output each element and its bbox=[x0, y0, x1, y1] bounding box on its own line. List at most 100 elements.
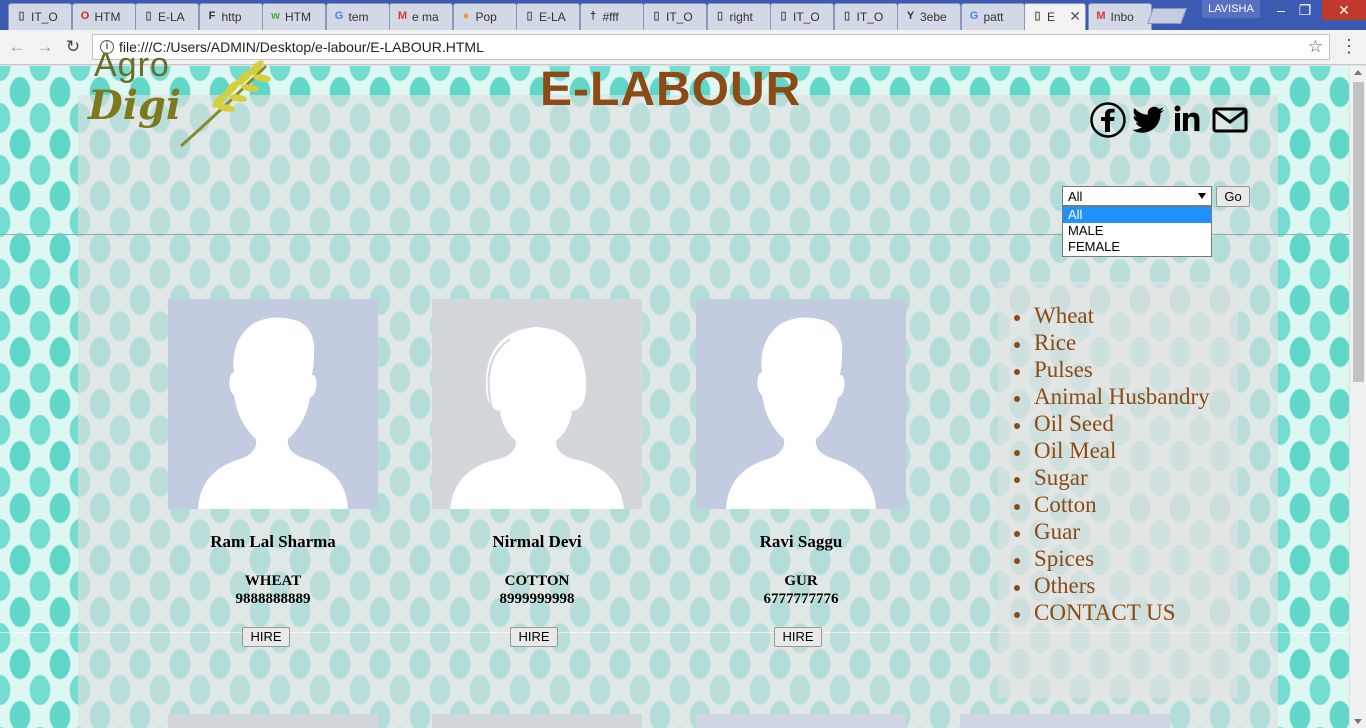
browser-tab[interactable]: Gpatt bbox=[960, 3, 1025, 30]
hire-button[interactable]: HIRE bbox=[510, 627, 558, 647]
restore-icon[interactable]: ❐ bbox=[1290, 0, 1320, 20]
browser-tab[interactable]: ▯ E-LA bbox=[135, 3, 199, 30]
female-avatar-icon bbox=[432, 299, 642, 509]
category-item-oil-seed[interactable]: Oil Seed bbox=[1014, 410, 1210, 437]
tab-label: http bbox=[221, 10, 242, 24]
tab-label: HTM bbox=[285, 10, 311, 24]
go-button[interactable]: Go bbox=[1216, 186, 1250, 207]
scroll-up-icon[interactable] bbox=[1354, 70, 1362, 75]
hire-button[interactable]: HIRE bbox=[242, 627, 290, 647]
wheat-icon bbox=[180, 60, 271, 148]
tab-label: IT_O bbox=[31, 10, 58, 24]
gender-filter-select[interactable]: All bbox=[1062, 186, 1212, 206]
facebook-icon[interactable] bbox=[1090, 102, 1126, 138]
category-item-sugar[interactable]: Sugar bbox=[1014, 464, 1210, 491]
avatar-partial bbox=[432, 714, 642, 728]
flo-icon: F bbox=[208, 10, 216, 22]
category-item-guar[interactable]: Guar bbox=[1014, 518, 1210, 545]
google-icon: G bbox=[334, 10, 344, 22]
bullet-icon bbox=[1014, 476, 1020, 483]
tab-label: tem bbox=[348, 10, 369, 24]
category-item-contact-us[interactable]: CONTACT US bbox=[1014, 599, 1210, 626]
scroll-thumb[interactable] bbox=[1353, 82, 1364, 382]
bullet-icon bbox=[1014, 314, 1020, 321]
doc-icon: ▯ bbox=[1034, 10, 1041, 22]
google-icon: G bbox=[969, 10, 979, 22]
category-item-pulses[interactable]: Pulses bbox=[1014, 356, 1210, 383]
worker-card: Ram Lal Sharma WHEAT 9888888889 HIRE bbox=[168, 299, 378, 647]
gmail-icon: M bbox=[397, 10, 408, 22]
browser-tab[interactable]: ▯ IT_O bbox=[770, 3, 834, 30]
browser-tab[interactable]: ● Pop bbox=[452, 3, 517, 30]
category-item-wheat[interactable]: Wheat bbox=[1014, 302, 1210, 329]
opera-icon: O bbox=[80, 10, 90, 22]
back-icon[interactable]: ← bbox=[6, 36, 28, 58]
bullet-icon bbox=[1014, 530, 1020, 537]
browser-tab[interactable]: Fhttp bbox=[198, 3, 263, 30]
browser-tab[interactable]: † #fff bbox=[579, 3, 644, 30]
chevron-down-icon bbox=[1198, 193, 1206, 199]
tab-label: E-LA bbox=[539, 10, 566, 24]
category-item-animal-husbandry[interactable]: Animal Husbandry bbox=[1014, 383, 1210, 410]
worker-phone: 6777777776 bbox=[763, 591, 839, 607]
tab-label: E bbox=[1047, 10, 1056, 24]
browser-tab[interactable]: ▯ right bbox=[706, 3, 771, 30]
category-item-spices[interactable]: Spices bbox=[1014, 545, 1210, 572]
page-scrollbar[interactable] bbox=[1349, 66, 1366, 728]
linkedin-icon[interactable] bbox=[1172, 102, 1202, 138]
browser-tab[interactable]: ▯ IT_O bbox=[833, 3, 898, 30]
worker-crop: WHEAT bbox=[244, 573, 302, 589]
browser-tab[interactable]: w HTM bbox=[262, 3, 326, 30]
filter-option-female[interactable]: FEMALE bbox=[1063, 239, 1211, 255]
profile-badge[interactable]: LAVISHA bbox=[1202, 0, 1260, 18]
bullet-icon bbox=[1014, 395, 1020, 402]
doc-icon: ▯ bbox=[780, 10, 787, 22]
avatar-partial bbox=[960, 714, 1170, 728]
category-item-oil-meal[interactable]: Oil Meal bbox=[1014, 437, 1210, 464]
browser-tab[interactable]: ▯ IT_O bbox=[8, 3, 72, 30]
forward-icon[interactable]: → bbox=[34, 36, 56, 58]
bullet-icon bbox=[1014, 368, 1020, 375]
ym-icon: Y bbox=[906, 10, 915, 22]
scroll-down-icon[interactable] bbox=[1354, 719, 1362, 724]
tab-label: IT_O bbox=[856, 10, 884, 24]
twitter-icon[interactable] bbox=[1130, 102, 1166, 138]
bullet-icon bbox=[1014, 503, 1020, 510]
new-tab-button[interactable] bbox=[1147, 8, 1187, 24]
bullet-icon bbox=[1014, 341, 1020, 348]
browser-tab[interactable]: ▯ E-LA bbox=[516, 3, 580, 30]
browser-tab[interactable]: M Inbo bbox=[1087, 3, 1152, 30]
male-avatar-icon bbox=[696, 299, 906, 509]
filter-option-male[interactable]: MALE bbox=[1063, 223, 1211, 239]
close-tab-icon[interactable]: ✕ bbox=[1069, 8, 1081, 25]
browser-tab[interactable]: Y 3ebe bbox=[897, 3, 961, 30]
tab-label: e ma bbox=[412, 10, 439, 24]
worker-name: Ram Lal Sharma bbox=[210, 532, 336, 551]
doc-icon: ▯ bbox=[843, 10, 851, 22]
browser-tab[interactable]: ▯ E ✕ bbox=[1024, 3, 1086, 30]
tab-label: IT_O bbox=[666, 10, 693, 24]
tab-label: #fff bbox=[602, 10, 619, 24]
worker-name: Nirmal Devi bbox=[492, 532, 582, 551]
avatar-partial bbox=[696, 714, 906, 728]
doc-icon: ▯ bbox=[145, 10, 152, 22]
hire-button[interactable]: HIRE bbox=[774, 627, 822, 647]
browser-tab[interactable]: ▯ IT_O bbox=[643, 3, 707, 30]
bookmark-star-icon[interactable]: ☆ bbox=[1308, 37, 1323, 57]
close-window-icon[interactable]: ✕ bbox=[1322, 0, 1366, 20]
category-item-cotton[interactable]: Cotton bbox=[1014, 491, 1210, 518]
mail-icon[interactable] bbox=[1212, 102, 1248, 138]
category-item-rice[interactable]: Rice bbox=[1014, 329, 1210, 356]
browser-tab[interactable]: Me ma bbox=[389, 3, 453, 30]
category-item-others[interactable]: Others bbox=[1014, 572, 1210, 599]
menu-icon[interactable]: ⋮ bbox=[1340, 36, 1358, 57]
address-bar[interactable]: i file:///C:/Users/ADMIN/Desktop/e-labou… bbox=[92, 34, 1330, 60]
reload-icon[interactable]: ↻ bbox=[62, 36, 84, 58]
filter-option-all[interactable]: All bbox=[1063, 207, 1211, 223]
browser-tab[interactable]: O HTM bbox=[71, 3, 136, 30]
browser-tab[interactable]: Gtem bbox=[325, 3, 390, 30]
bullet-icon bbox=[1014, 449, 1020, 456]
worker-phone: 8999999998 bbox=[499, 591, 575, 607]
tab-label: patt bbox=[983, 10, 1004, 24]
bullet-icon bbox=[1014, 611, 1020, 618]
